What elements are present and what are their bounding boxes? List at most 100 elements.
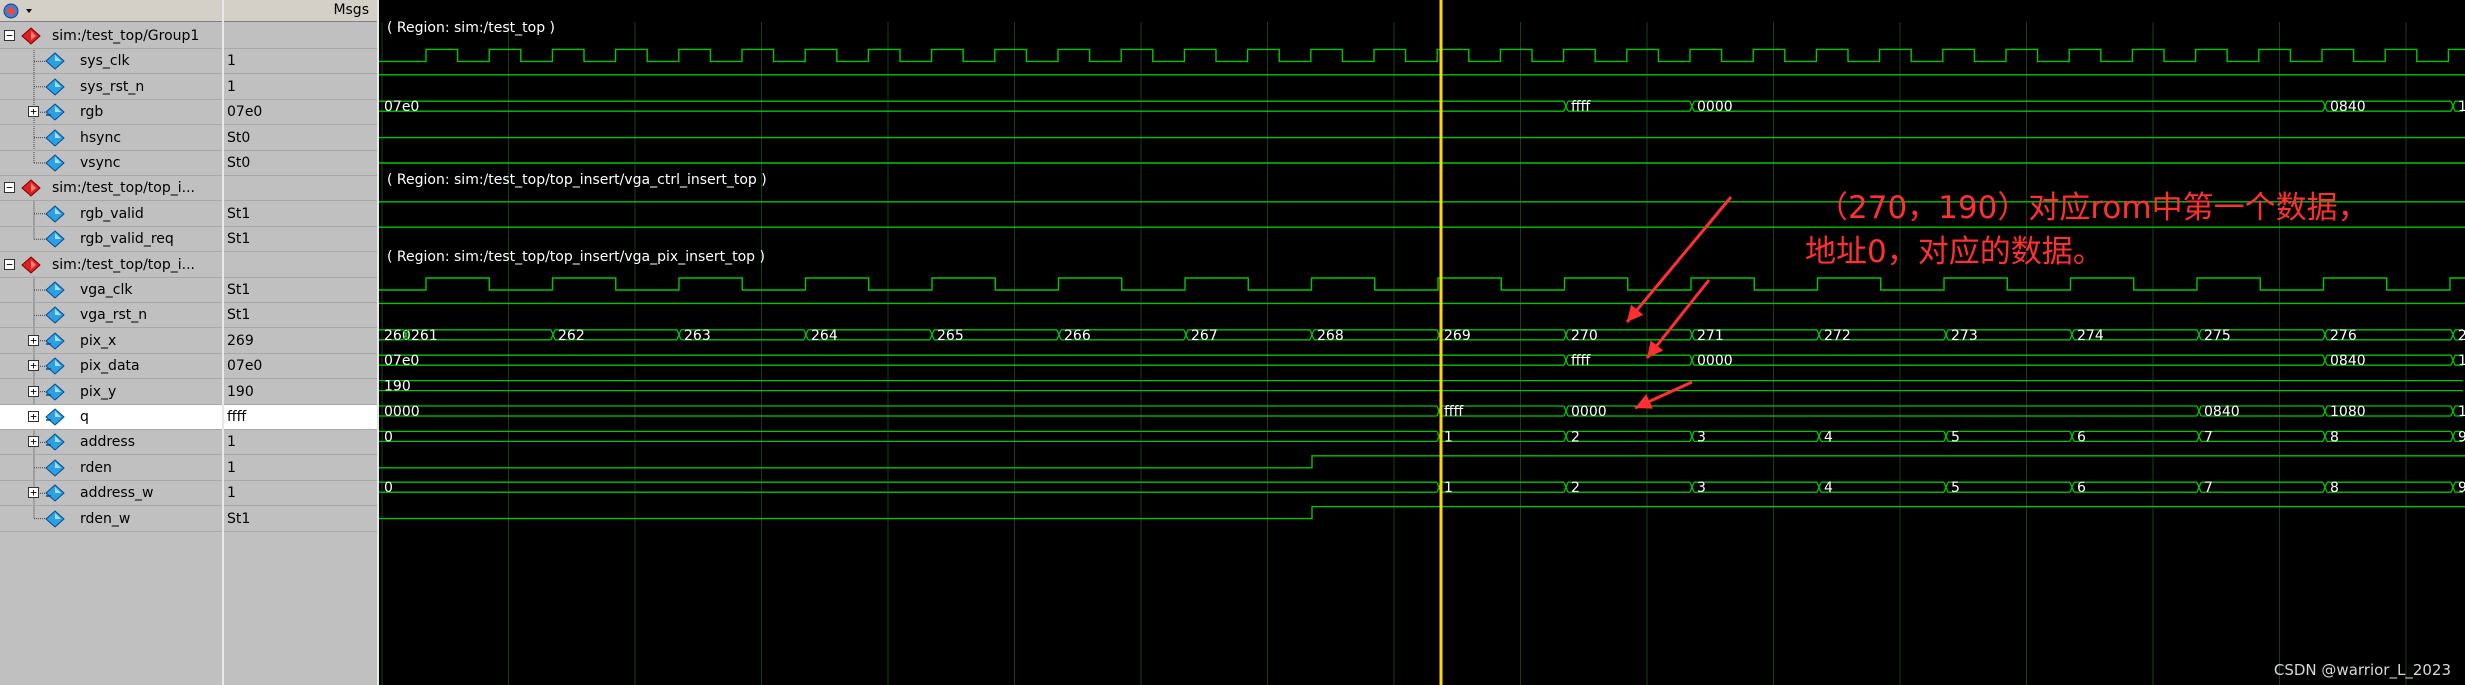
bus-transition bbox=[2322, 431, 2328, 442]
value-row[interactable]: St1 bbox=[224, 507, 377, 532]
expand-toggle-icon[interactable]: + bbox=[28, 487, 39, 499]
value-row[interactable]: St0 bbox=[224, 151, 377, 176]
bus-value-label: 07e0 bbox=[384, 353, 419, 369]
signal-row-sim-test-top-group1[interactable]: − sim:/test_top/Group1 bbox=[0, 24, 222, 49]
bus-value-label: 190 bbox=[384, 379, 411, 395]
region-label: ( Region: sim:/test_top/top_insert/vga_c… bbox=[387, 172, 767, 189]
value-row[interactable]: St1 bbox=[224, 202, 377, 227]
signal-name: pix_x bbox=[80, 332, 117, 349]
value-row[interactable]: 1 bbox=[224, 75, 377, 100]
annotation-text: （270，190）对应rom中第一个数据， 地址0，对应的数据。 bbox=[1805, 186, 2369, 274]
value-row[interactable]: 07e0 bbox=[224, 354, 377, 380]
expand-toggle-icon[interactable]: + bbox=[28, 411, 39, 422]
watermark: CSDN @warrior_L_2023 bbox=[2273, 661, 2451, 679]
waveform-canvas[interactable]: 07e0 ffff 0000 0840 1260 261 262 263 264 265 266 26… bbox=[379, 0, 2465, 685]
collapse-toggle-icon[interactable]: − bbox=[4, 182, 15, 194]
value-row[interactable] bbox=[224, 253, 377, 278]
signal-name: sim:/test_top/top_i... bbox=[52, 256, 195, 273]
signal-value: ffff bbox=[227, 409, 247, 425]
expand-toggle-icon[interactable]: + bbox=[28, 106, 39, 118]
signal-value: St0 bbox=[227, 155, 251, 171]
signal-name: vsync bbox=[80, 155, 121, 171]
value-row[interactable]: 1 bbox=[224, 49, 377, 75]
signal-value: St1 bbox=[227, 307, 251, 324]
signal-name: rgb bbox=[80, 104, 104, 121]
bus-transition bbox=[2196, 431, 2202, 442]
expand-toggle-icon[interactable]: + bbox=[28, 385, 39, 397]
collapse-toggle-icon[interactable]: − bbox=[4, 258, 15, 270]
signal-row-address[interactable]: + address bbox=[0, 430, 222, 456]
bus-transition bbox=[2322, 405, 2328, 417]
signal-row-q[interactable]: + q bbox=[0, 405, 222, 430]
bus-diamond-icon bbox=[45, 433, 65, 452]
bus-transition bbox=[2196, 405, 2202, 417]
signal-row-rgb-valid-req[interactable]: rgb_valid_req bbox=[0, 227, 222, 253]
signal-row-vsync[interactable]: vsync bbox=[0, 151, 222, 176]
value-row[interactable]: St1 bbox=[224, 303, 377, 329]
bus-value-label: 275 bbox=[2204, 328, 2231, 344]
bus-value-label: 0000 bbox=[384, 404, 420, 420]
signal-row-sim-test-top-top-i[interactable]: − sim:/test_top/top_i... bbox=[0, 176, 222, 202]
signal-row-rgb[interactable]: + rgb bbox=[0, 100, 222, 126]
signal-diamond-icon bbox=[45, 306, 65, 325]
bus-value-label: 263 bbox=[684, 328, 711, 344]
signal-row-pix-x[interactable]: + pix_x bbox=[0, 329, 222, 354]
bus-transition bbox=[676, 329, 682, 341]
expand-toggle-icon[interactable]: + bbox=[28, 436, 39, 448]
value-row[interactable]: ffff bbox=[224, 405, 377, 430]
value-row[interactable]: St1 bbox=[224, 227, 377, 253]
signal-diamond-icon bbox=[45, 128, 65, 147]
signal-row-rden[interactable]: rden bbox=[0, 456, 222, 481]
annotation-line-1: （270，190）对应rom中第一个数据， bbox=[1817, 190, 2369, 226]
signal-row-pix-y[interactable]: + pix_y bbox=[0, 380, 222, 405]
value-row[interactable]: 190 bbox=[224, 380, 377, 405]
bus-segment bbox=[379, 379, 2463, 392]
expand-toggle-icon[interactable]: + bbox=[28, 360, 39, 372]
value-row[interactable]: 1 bbox=[224, 481, 377, 507]
value-row[interactable]: 1 bbox=[224, 456, 377, 481]
signal-name: sys_clk bbox=[80, 53, 130, 70]
bus-value-label: 2 bbox=[2458, 328, 2465, 344]
value-row[interactable] bbox=[224, 24, 377, 49]
signal-row-rden-w[interactable]: rden_w bbox=[0, 507, 222, 532]
rden-w-wave bbox=[379, 505, 2465, 520]
value-row[interactable]: St0 bbox=[224, 126, 377, 151]
rden-wave bbox=[379, 455, 2465, 469]
value-row[interactable]: St1 bbox=[224, 278, 377, 303]
region-label: ( Region: sim:/test_top/top_insert/vga_p… bbox=[387, 248, 765, 265]
bus-value-label: 6 bbox=[2077, 480, 2086, 496]
bus-value-label: 1 bbox=[2458, 404, 2465, 420]
signal-value: 1 bbox=[227, 53, 236, 70]
expand-toggle-icon[interactable]: + bbox=[28, 334, 39, 346]
signal-row-vga-clk[interactable]: vga_clk bbox=[0, 278, 222, 303]
bus-segment bbox=[1441, 430, 1564, 443]
signal-row-pix-data[interactable]: + pix_data bbox=[0, 354, 222, 380]
bus-segment bbox=[379, 481, 1437, 493]
bus-diamond-icon bbox=[45, 484, 65, 502]
signal-row-sys-rst-n[interactable]: sys_rst_n bbox=[0, 75, 222, 100]
signal-value: St0 bbox=[227, 129, 251, 146]
signal-row-vga-rst-n[interactable]: vga_rst_n bbox=[0, 303, 222, 329]
value-row[interactable] bbox=[224, 176, 377, 202]
waveform-pane[interactable]: 07e0 ffff 0000 0840 1 260 261 262 263 264 265 266 26… bbox=[379, 0, 2465, 685]
signal-row-hsync[interactable]: hsync bbox=[0, 126, 222, 151]
bus-value-label: 271 bbox=[1697, 328, 1724, 344]
value-row[interactable]: 269 bbox=[224, 329, 377, 354]
signal-name: address_w bbox=[80, 485, 154, 502]
signal-row-sim-test-top-top-i[interactable]: − sim:/test_top/top_i... bbox=[0, 253, 222, 278]
bus-value-label: 0000 bbox=[1571, 404, 1607, 420]
bus-segment bbox=[2201, 481, 2323, 493]
bus-transition bbox=[550, 329, 556, 341]
bus-transition bbox=[1309, 329, 1315, 341]
msgs-column-label: Msgs bbox=[333, 2, 369, 18]
group-diamond-icon bbox=[21, 179, 41, 198]
signal-row-rgb-valid[interactable]: rgb_valid bbox=[0, 202, 222, 227]
signal-row-address-w[interactable]: + address_w bbox=[0, 481, 222, 507]
collapse-toggle-icon[interactable]: − bbox=[4, 30, 15, 41]
value-row[interactable]: 1 bbox=[224, 430, 377, 456]
signal-row-sys-clk[interactable]: sys_clk bbox=[0, 49, 222, 75]
bus-value-label: 2 bbox=[1571, 429, 1580, 445]
value-row[interactable]: 07e0 bbox=[224, 100, 377, 126]
signal-name: sim:/test_top/Group1 bbox=[52, 28, 200, 44]
annotation-line-2: 地址0，对应的数据。 bbox=[1805, 234, 2104, 270]
